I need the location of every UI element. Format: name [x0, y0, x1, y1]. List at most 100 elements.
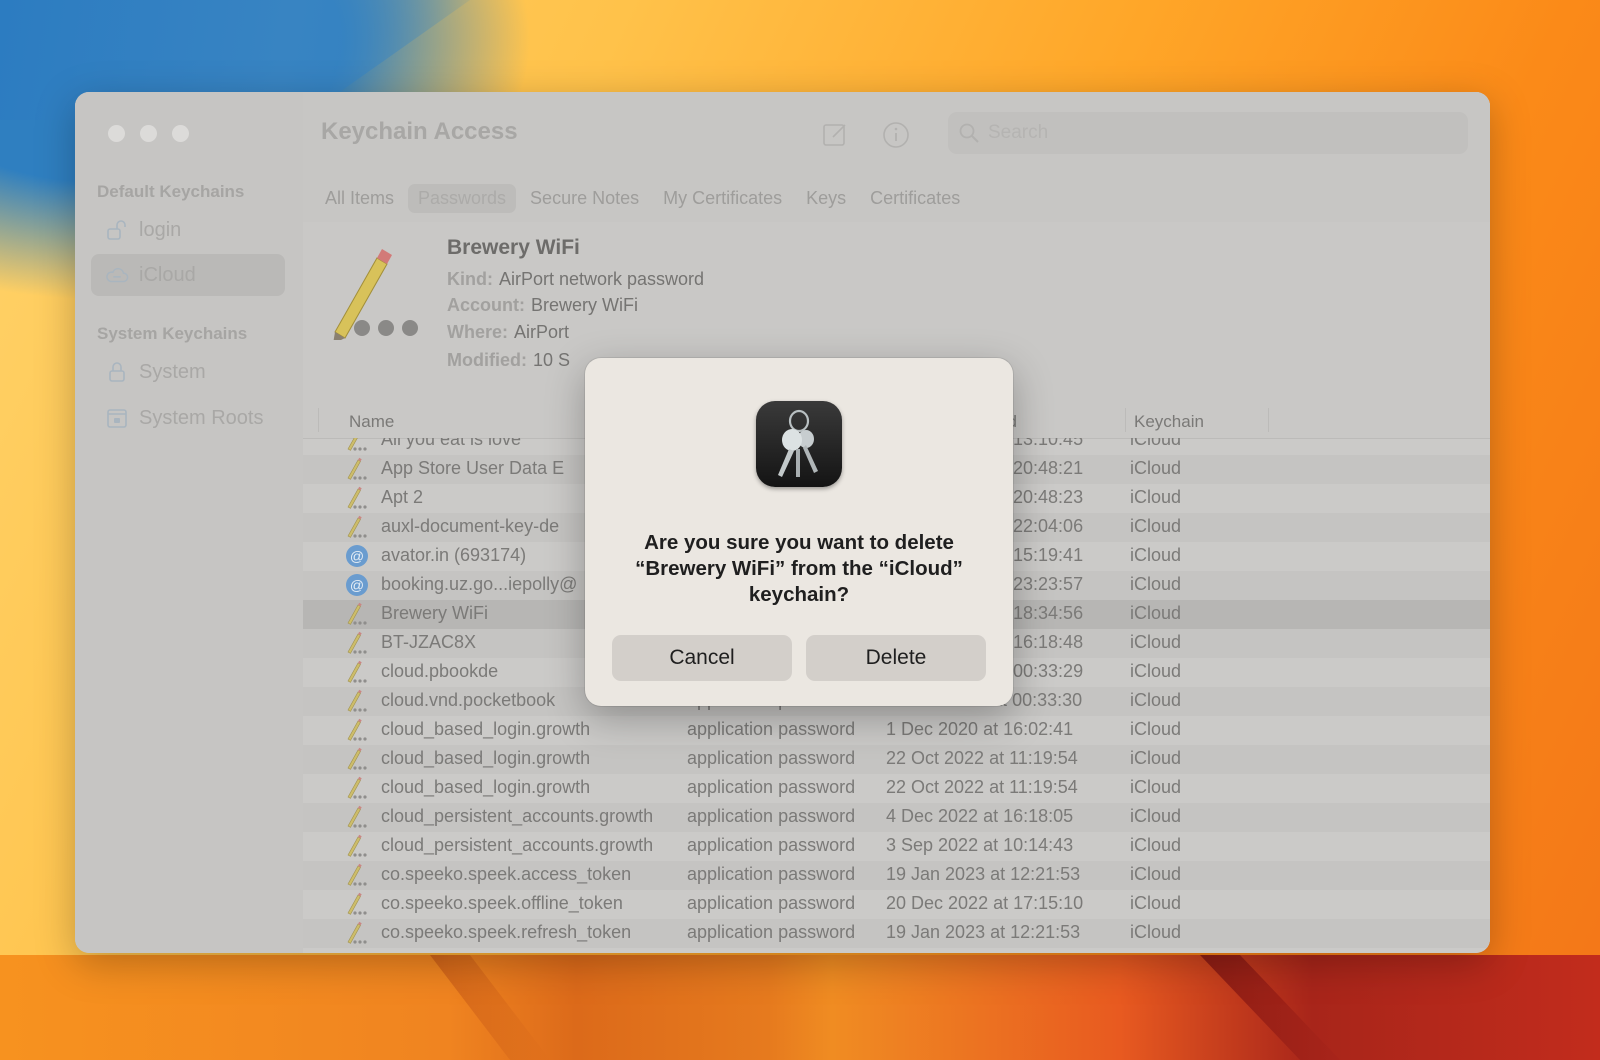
- row-name: co.speeko.speek.refresh_token: [381, 922, 632, 942]
- at-sign-icon: @: [345, 573, 371, 597]
- minimize-window-button[interactable]: [140, 125, 157, 142]
- zoom-window-button[interactable]: [172, 125, 189, 142]
- row-name: App Store User Data E: [381, 458, 565, 478]
- row-name: All you eat is love: [381, 438, 522, 449]
- table-row[interactable]: cloud_based_login.growth application pass…: [303, 716, 1490, 745]
- tab-certificates[interactable]: Certificates: [860, 184, 970, 213]
- kind-value: AirPort network password: [498, 269, 705, 289]
- row-name: co.speeko.speek.offline_token: [381, 893, 623, 913]
- row-keychain: iCloud: [1130, 661, 1182, 681]
- table-row[interactable]: cloud_persistent_accounts.growth applicat…: [303, 803, 1490, 832]
- kind-label: Kind:: [447, 269, 493, 289]
- pencil-password-icon: [345, 631, 371, 655]
- sidebar: Default Keychains login iCloud System Ke…: [75, 92, 304, 953]
- tab-secure-notes[interactable]: Secure Notes: [520, 184, 649, 213]
- pencil-password-icon: [345, 438, 371, 452]
- row-keychain: iCloud: [1130, 487, 1182, 507]
- row-kind: application password: [687, 893, 856, 913]
- where-label: Where:: [447, 322, 509, 342]
- item-where-row: Where: AirPort: [447, 322, 569, 343]
- row-name: Apt 2: [381, 487, 424, 507]
- sidebar-item-system-roots[interactable]: System Roots: [91, 397, 285, 439]
- row-keychain: iCloud: [1130, 922, 1182, 942]
- cabinet-icon: [105, 406, 129, 430]
- window-title: Keychain Access: [321, 118, 518, 145]
- row-keychain: iCloud: [1130, 806, 1182, 826]
- row-kind: application password: [687, 835, 856, 855]
- sidebar-item-label: login: [139, 218, 182, 241]
- row-keychain: iCloud: [1130, 864, 1182, 884]
- row-keychain: iCloud: [1130, 603, 1182, 623]
- pencil-password-icon: [345, 660, 371, 684]
- column-divider: [318, 408, 319, 432]
- tab-keys[interactable]: Keys: [796, 184, 856, 213]
- table-row[interactable]: cloud_based_login.growth application pass…: [303, 745, 1490, 774]
- sidebar-item-login[interactable]: login: [91, 209, 285, 251]
- pencil-password-icon: [345, 689, 371, 713]
- pencil-password-icon: [345, 834, 371, 858]
- row-keychain: iCloud: [1130, 545, 1182, 565]
- item-name: Brewery WiFi: [447, 236, 580, 259]
- row-keychain: iCloud: [1130, 574, 1182, 594]
- cloud-icon: [105, 263, 129, 287]
- pencil-password-icon: [345, 776, 371, 800]
- row-date-modified: 4 Dec 2022 at 16:18:05: [886, 806, 1074, 826]
- table-row[interactable]: cloud_persistent_accounts.growth applicat…: [303, 832, 1490, 861]
- row-keychain: iCloud: [1130, 438, 1182, 449]
- table-row[interactable]: co.speeko.speek.refresh_token application…: [303, 919, 1490, 948]
- table-row[interactable]: co.speeko.speek.offline_token application…: [303, 890, 1490, 919]
- row-keychain: iCloud: [1130, 777, 1182, 797]
- row-kind: application password: [687, 864, 856, 884]
- row-name: cloud_based_login.growth: [381, 719, 591, 739]
- tab-all-items[interactable]: All Items: [315, 184, 404, 213]
- column-header-name[interactable]: Name: [349, 412, 394, 432]
- wallpaper-bottom-region: [0, 955, 1600, 1060]
- row-name: cloud.pbookde: [381, 661, 499, 681]
- row-keychain: iCloud: [1130, 516, 1182, 536]
- sidebar-item-icloud[interactable]: iCloud: [91, 254, 285, 296]
- column-header-keychain[interactable]: Keychain: [1134, 412, 1204, 432]
- svg-text:@: @: [350, 577, 364, 593]
- svg-text:@: @: [350, 548, 364, 564]
- dialog-message: Are you sure you want to delete “Brewery…: [635, 531, 963, 606]
- column-divider: [1125, 408, 1126, 432]
- sidebar-section-default-keychains: Default Keychains: [97, 182, 245, 201]
- info-icon[interactable]: [881, 120, 909, 148]
- row-name: cloud.vnd.pocketbook: [381, 690, 556, 710]
- search-field[interactable]: Search: [948, 112, 1468, 154]
- row-name: avator.in (693174): [381, 545, 527, 565]
- pencil-password-icon: [345, 486, 371, 510]
- row-keychain: iCloud: [1130, 690, 1182, 710]
- pencil-password-icon: [345, 892, 371, 916]
- row-kind: application password: [687, 922, 856, 942]
- keychain-access-icon: [756, 401, 842, 487]
- table-row[interactable]: cloud_based_login.growth application pass…: [303, 774, 1490, 803]
- row-name: cloud_based_login.growth: [381, 748, 591, 768]
- pencil-password-icon: [345, 863, 371, 887]
- row-keychain: iCloud: [1130, 835, 1182, 855]
- item-account-row: Account: Brewery WiFi: [447, 295, 638, 316]
- search-icon: [958, 122, 980, 144]
- row-keychain: iCloud: [1130, 719, 1182, 739]
- tab-my-certificates[interactable]: My Certificates: [653, 184, 792, 213]
- row-date-modified: 22 Oct 2022 at 11:19:54: [886, 777, 1078, 797]
- pencil-password-icon: [345, 515, 371, 539]
- row-name: cloud_persistent_accounts.growth: [381, 835, 654, 855]
- sidebar-item-system[interactable]: System: [91, 351, 285, 393]
- search-input[interactable]: Search: [988, 122, 1048, 144]
- cancel-button[interactable]: Cancel: [612, 635, 792, 681]
- close-window-button[interactable]: [108, 125, 125, 142]
- pencil-password-icon: [345, 747, 371, 771]
- row-keychain: iCloud: [1130, 632, 1182, 652]
- category-tabs: All Items Passwords Secure Notes My Cert…: [315, 184, 970, 213]
- delete-button[interactable]: Delete: [806, 635, 986, 681]
- compose-icon[interactable]: [821, 120, 849, 148]
- toolbar: Keychain Access Search All Items Passwor…: [303, 92, 1490, 223]
- table-row[interactable]: co.speeko.speek.access_token application …: [303, 861, 1490, 890]
- tab-passwords[interactable]: Passwords: [408, 184, 517, 213]
- column-divider: [1268, 408, 1269, 432]
- row-date-modified: 20 Dec 2022 at 17:15:10: [886, 893, 1084, 913]
- sidebar-item-label: iCloud: [139, 263, 196, 286]
- row-kind: application password: [687, 806, 856, 826]
- row-date-modified: 19 Jan 2023 at 12:21:53: [886, 922, 1081, 942]
